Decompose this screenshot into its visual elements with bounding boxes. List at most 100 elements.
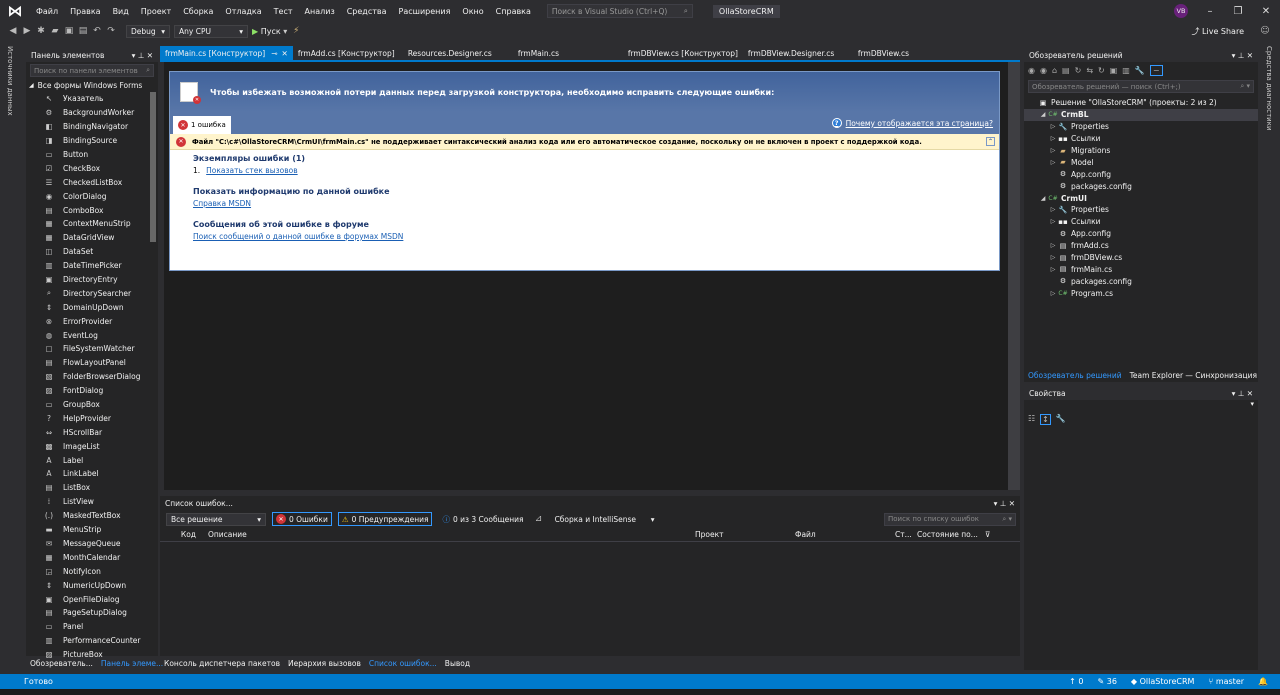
toolbox-item[interactable]: ⇔ HScrollBar [26, 425, 158, 439]
messages-filter-button[interactable]: ⓘ 0 из 3 Сообщения [438, 512, 527, 526]
toolbox-item[interactable]: ◉ ColorDialog [26, 189, 158, 203]
toolbox-item[interactable]: A LinkLabel [26, 467, 158, 481]
minimize-icon[interactable]: – [1196, 6, 1224, 17]
toolbox-item[interactable]: ▥ PerformanceCounter [26, 634, 158, 648]
build-dropdown[interactable]: Сборка и IntelliSense ▾ [550, 513, 660, 526]
solution-tree-item[interactable]: ▷ C# Program.cs [1024, 287, 1258, 299]
data-sources-tab[interactable]: Источники данных [6, 46, 14, 116]
document-tab[interactable]: frmDBView.cs [853, 46, 963, 60]
toolbox-item[interactable]: ▨ FontDialog [26, 384, 158, 398]
status-branch[interactable]: master [1216, 677, 1244, 686]
document-tab[interactable]: frmMain.cs [513, 46, 623, 60]
hot-reload-icon[interactable]: ⚡ [291, 26, 301, 36]
collapsed-arrow-icon[interactable]: ▷ [1048, 242, 1058, 249]
status-changes[interactable]: 36 [1107, 677, 1117, 686]
toolbox-item[interactable]: ▤ FlowLayoutPanel [26, 356, 158, 370]
toolbox-item[interactable]: ☰ CheckedListBox [26, 175, 158, 189]
column-code[interactable]: Код [160, 530, 200, 539]
back-icon[interactable]: ◀ [8, 26, 18, 36]
error-list-search-input[interactable]: Поиск по списку ошибок ⌕ ▾ [884, 512, 1016, 526]
collapsed-arrow-icon[interactable]: ▷ [1048, 218, 1058, 225]
toolbox-item[interactable]: ◨ BindingSource [26, 134, 158, 148]
collapsed-arrow-icon[interactable]: ▷ [1048, 290, 1058, 297]
new-project-icon[interactable]: ✱ [36, 26, 46, 36]
repo-icon[interactable]: ◆ [1131, 677, 1140, 686]
collapse-icon[interactable]: ⌃ [986, 137, 995, 146]
toolbox-item[interactable]: ▢ FileSystemWatcher [26, 342, 158, 356]
solution-tree-item[interactable]: ▣ Решение "OllaStoreCRM" (проекты: 2 из 2… [1024, 97, 1258, 109]
solution-tree-item[interactable]: ⚙ App.config [1024, 168, 1258, 180]
undo-icon[interactable]: ↶ [92, 26, 102, 36]
menu-item[interactable]: Файл [30, 7, 64, 16]
menu-item[interactable]: Анализ [299, 7, 341, 16]
show-call-stack-link[interactable]: Показать стек вызовов [206, 166, 297, 175]
open-icon[interactable]: ▰ [50, 26, 60, 36]
solution-tree-item[interactable]: ⚙ packages.config [1024, 180, 1258, 192]
toolbox-item[interactable]: ▧ FolderBrowserDialog [26, 370, 158, 384]
panel-controls-icon[interactable]: ▾ ⊥ ✕ [1232, 389, 1253, 398]
collapsed-arrow-icon[interactable]: ▷ [1048, 159, 1058, 166]
toolbox-item[interactable]: A Label [26, 453, 158, 467]
column-description[interactable]: Описание [200, 530, 695, 539]
object-selector[interactable]: ▾ [1024, 400, 1258, 414]
menu-item[interactable]: Сборка [177, 7, 219, 16]
menu-item[interactable]: Вид [107, 7, 135, 16]
expanded-arrow-icon[interactable]: ◢ [1038, 111, 1048, 118]
solution-search-input[interactable]: Обозреватель решений — поиск (Ctrl+;) ⌕ ▾ [1028, 80, 1254, 93]
menu-item[interactable]: Справка [490, 7, 537, 16]
menu-item[interactable]: Отладка [219, 7, 267, 16]
toolbox-item[interactable]: ▥ DateTimePicker [26, 259, 158, 273]
toolbox-item[interactable]: ◧ BindingNavigator [26, 120, 158, 134]
bottom-tab[interactable]: Список ошибок... [365, 659, 441, 668]
document-tab[interactable]: frmDBView.cs [Конструктор] [623, 46, 743, 60]
toolbox-item[interactable]: ▦ ContextMenuStrip [26, 217, 158, 231]
home-icon[interactable]: ⌂ [1052, 66, 1057, 75]
solution-tree-item[interactable]: ◢ C# CrmBL [1024, 108, 1258, 121]
msdn-help-link[interactable]: Справка MSDN [193, 199, 251, 208]
solution-tree-item[interactable]: ▷ ▤ frmDBView.cs [1024, 252, 1258, 264]
save-all-icon[interactable]: ▤ [78, 26, 88, 36]
column-project[interactable]: Проект [695, 530, 795, 539]
sync-icon[interactable]: ⇆ [1086, 66, 1093, 75]
toolbox-item[interactable]: ▭ GroupBox [26, 398, 158, 412]
collapsed-arrow-icon[interactable]: ▷ [1048, 254, 1058, 261]
categorized-icon[interactable]: ☷ [1028, 414, 1035, 425]
platform-dropdown[interactable]: Any CPU ▾ [174, 24, 248, 38]
toolbox-item[interactable]: ▤ ListBox [26, 481, 158, 495]
solution-tree-item[interactable]: ▷ ▪▪ Ссылки [1024, 133, 1258, 145]
toolbox-item[interactable]: ⌕ DirectorySearcher [26, 286, 158, 300]
collapsed-arrow-icon[interactable]: ▷ [1048, 135, 1058, 142]
solution-tree-item[interactable]: ▷ ▰ Model [1024, 156, 1258, 168]
collapse-all-icon[interactable]: ▣ [1110, 66, 1118, 75]
toolbox-item[interactable]: ◲ NotifyIcon [26, 564, 158, 578]
toolbox-item[interactable]: ▬ MenuStrip [26, 523, 158, 537]
document-tab[interactable]: Resources.Designer.cs [403, 46, 513, 60]
column-line[interactable]: Ст... [895, 530, 917, 539]
toolbox-item[interactable]: ▤ PageSetupDialog [26, 606, 158, 620]
pending-changes-icon[interactable]: ↻ [1075, 66, 1082, 75]
restore-icon[interactable]: ❐ [1224, 6, 1252, 17]
menu-item[interactable]: Средства [341, 7, 393, 16]
tab-solution-explorer[interactable]: Обозреватель решений [1024, 371, 1126, 380]
forward-icon[interactable]: ▶ [22, 26, 32, 36]
toolbox-item[interactable]: ▦ DataGridView [26, 231, 158, 245]
toolbox-item[interactable]: ⇕ NumericUpDown [26, 578, 158, 592]
toolbox-item[interactable]: ◍ EventLog [26, 328, 158, 342]
toolbox-item[interactable]: ▩ ImageList [26, 439, 158, 453]
solution-tree-item[interactable]: ▷ ▰ Migrations [1024, 145, 1258, 157]
bottom-tab[interactable]: Консоль диспетчера пакетов [160, 659, 284, 668]
status-repo[interactable]: OllaStoreCRM [1140, 677, 1195, 686]
column-suppression[interactable]: Состояние по... [917, 530, 985, 539]
toolbox-item[interactable]: ☑ CheckBox [26, 161, 158, 175]
status-unpushed[interactable]: 0 [1078, 677, 1083, 686]
menu-item[interactable]: Тест [268, 7, 299, 16]
toolbox-item[interactable]: ⊗ ErrorProvider [26, 314, 158, 328]
panel-controls-icon[interactable]: ▾ ⊥ ✕ [1232, 51, 1253, 60]
forward-icon[interactable]: ◉ [1040, 66, 1047, 75]
bottom-tab[interactable]: Иерархия вызовов [284, 659, 365, 668]
show-all-files-icon[interactable]: ▥ [1122, 66, 1130, 75]
toolbox-scrollbar[interactable] [150, 92, 156, 242]
toolbox-item[interactable]: ▭ Button [26, 148, 158, 162]
solution-tree-item[interactable]: ▷ 🔧 Properties [1024, 204, 1258, 216]
redo-icon[interactable]: ↷ [106, 26, 116, 36]
